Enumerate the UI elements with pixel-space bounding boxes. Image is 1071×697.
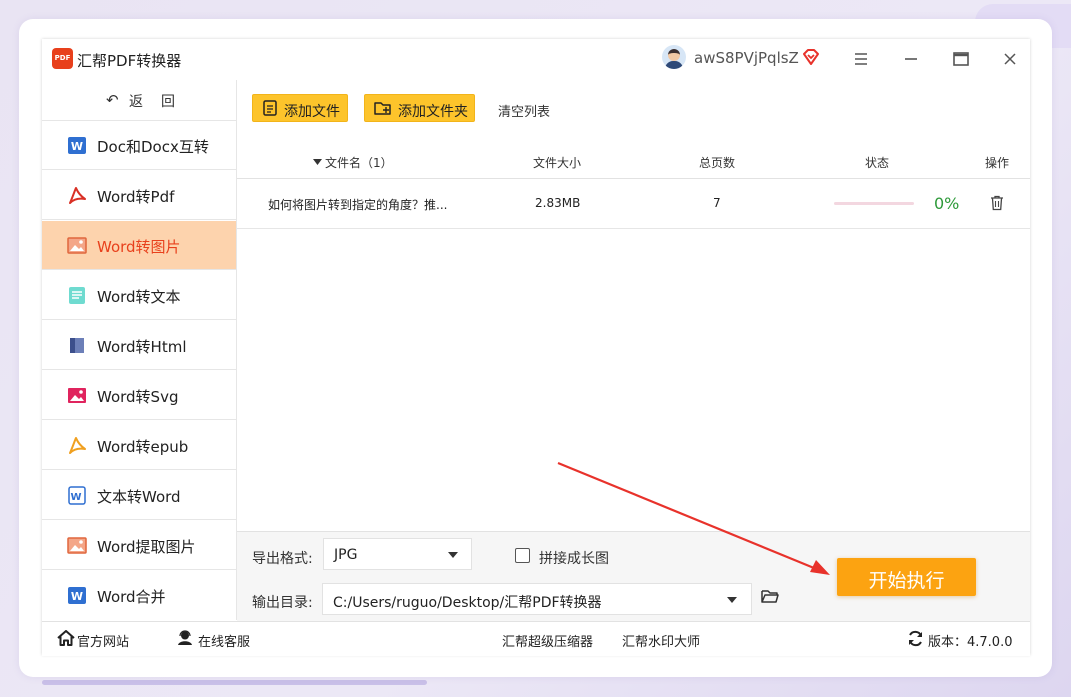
back-arrow-icon: ↶ <box>106 91 119 109</box>
format-label: 导出格式: <box>252 551 313 567</box>
word-doc-icon: W <box>68 137 86 154</box>
sidebar-item-word-pdf[interactable]: Word转Pdf <box>42 171 236 220</box>
stitch-long-image-checkbox[interactable] <box>515 548 530 563</box>
sidebar-item-label: Word转Pdf <box>97 188 175 206</box>
vip-diamond-icon[interactable] <box>802 48 820 66</box>
status-bar: 官方网站 在线客服 汇帮超级压缩器 汇帮水印大师 版本：4.7.0.0 <box>42 621 1030 656</box>
app-logo-icon: PDF <box>52 48 73 69</box>
epub-icon <box>69 437 86 454</box>
watermark-link[interactable]: 汇帮水印大师 <box>622 631 700 650</box>
add-folder-button[interactable]: 添加文件夹 <box>364 94 475 122</box>
back-button[interactable]: ↶ 返回 <box>42 80 236 121</box>
title-bar: PDF 汇帮PDF转换器 awS8PVjPqlsZ <box>42 39 1030 80</box>
sidebar-item-label: Word转文本 <box>97 288 181 306</box>
output-dir-select[interactable]: C:/Users/ruguo/Desktop/汇帮PDF转换器 <box>322 583 752 615</box>
back-label: 返回 <box>129 94 193 110</box>
online-support-link[interactable]: 在线客服 <box>198 631 250 650</box>
file-table-header: 文件名（1） 文件大小 总页数 状态 操作 <box>237 143 1030 179</box>
file-name: 如何将图片转到指定的角度？推... <box>268 198 448 212</box>
image-icon <box>67 237 87 254</box>
progress-percent: 0% <box>934 194 960 213</box>
acrobat-icon <box>69 187 86 204</box>
html-book-icon <box>70 338 84 353</box>
sidebar-item-label: 文本转Word <box>97 488 181 506</box>
column-header-name[interactable]: 文件名（1） <box>325 154 393 171</box>
sidebar-item-label: Word合并 <box>97 588 166 606</box>
sidebar-item-text-word[interactable]: W 文本转Word <box>42 471 236 520</box>
add-folder-icon <box>374 102 391 115</box>
sidebar-item-label: Word转Html <box>97 338 187 356</box>
username[interactable]: awS8PVjPqlsZ <box>694 49 799 67</box>
sidebar-item-label: Word提取图片 <box>97 538 196 556</box>
format-value: JPG <box>334 547 358 563</box>
svg-text:W: W <box>70 492 81 503</box>
format-select[interactable]: JPG <box>323 538 472 570</box>
svg-text:W: W <box>71 590 83 603</box>
sort-down-icon[interactable] <box>313 159 322 165</box>
app-title: 汇帮PDF转换器 <box>77 52 182 70</box>
menu-icon[interactable] <box>850 48 872 70</box>
app-window: PDF 汇帮PDF转换器 awS8PVjPqlsZ ↶ 返回 W Doc和Doc… <box>42 39 1030 656</box>
maximize-icon[interactable] <box>950 48 972 70</box>
background-decoration-bar <box>42 680 427 685</box>
word-outline-icon: W <box>68 486 86 505</box>
extract-image-icon <box>67 537 87 554</box>
add-folder-label: 添加文件夹 <box>398 104 468 120</box>
customer-service-icon <box>178 630 192 645</box>
minimize-icon[interactable] <box>900 48 922 70</box>
home-icon <box>57 630 75 646</box>
add-file-button[interactable]: 添加文件 <box>252 94 348 122</box>
sidebar-item-word-image[interactable]: Word转图片 <box>42 221 236 270</box>
sidebar-item-doc-docx[interactable]: W Doc和Docx互转 <box>42 121 236 170</box>
open-folder-icon[interactable] <box>761 589 779 604</box>
word-merge-icon: W <box>68 587 86 604</box>
table-row[interactable]: 如何将图片转到指定的角度？推... 2.83MB 7 0% <box>237 179 1030 229</box>
sidebar-item-word-html[interactable]: Word转Html <box>42 321 236 370</box>
svg-text:W: W <box>71 140 83 153</box>
clear-list-button[interactable]: 清空列表 <box>498 101 550 120</box>
sidebar: ↶ 返回 W Doc和Docx互转 Word转Pdf Word转图片 Word转… <box>42 80 237 620</box>
sidebar-item-word-merge[interactable]: W Word合并 <box>42 571 236 620</box>
close-icon[interactable] <box>999 48 1021 70</box>
add-file-label: 添加文件 <box>284 104 340 120</box>
version-label: 版本：4.7.0.0 <box>928 635 1013 650</box>
output-dir-value: C:/Users/ruguo/Desktop/汇帮PDF转换器 <box>333 595 602 611</box>
start-button[interactable]: 开始执行 <box>837 558 976 596</box>
svg-image-icon <box>68 388 86 403</box>
chevron-down-icon <box>448 552 458 558</box>
stitch-long-image-label[interactable]: 拼接成长图 <box>539 548 609 568</box>
sidebar-item-word-text[interactable]: Word转文本 <box>42 271 236 320</box>
trash-icon[interactable] <box>990 195 1004 211</box>
sidebar-item-word-svg[interactable]: Word转Svg <box>42 371 236 420</box>
sidebar-item-label: Word转Svg <box>97 388 179 406</box>
sidebar-item-word-epub[interactable]: Word转epub <box>42 421 236 470</box>
sidebar-item-word-extract-image[interactable]: Word提取图片 <box>42 521 236 570</box>
progress-bar <box>834 202 914 205</box>
compressor-link[interactable]: 汇帮超级压缩器 <box>502 631 593 650</box>
column-header-action: 操作 <box>985 156 1010 170</box>
column-header-size: 文件大小 <box>533 156 582 170</box>
start-button-label: 开始执行 <box>868 570 945 592</box>
file-size: 2.83MB <box>535 196 581 210</box>
output-settings: 导出格式: JPG 拼接成长图 输出目录: C:/Users/ruguo/Des… <box>237 531 1030 621</box>
chevron-down-icon <box>727 597 737 603</box>
add-file-icon <box>263 100 277 116</box>
user-avatar[interactable] <box>662 45 686 69</box>
sidebar-item-label: Doc和Docx互转 <box>97 138 209 156</box>
output-dir-label: 输出目录: <box>252 595 313 611</box>
column-header-status: 状态 <box>865 156 890 170</box>
column-header-pages: 总页数 <box>699 156 736 170</box>
refresh-icon[interactable] <box>907 630 924 647</box>
page-count: 7 <box>713 196 721 210</box>
text-file-icon <box>69 287 85 304</box>
official-website-link[interactable]: 官方网站 <box>77 631 129 650</box>
sidebar-item-label: Word转epub <box>97 438 189 456</box>
sidebar-item-label: Word转图片 <box>97 238 181 256</box>
